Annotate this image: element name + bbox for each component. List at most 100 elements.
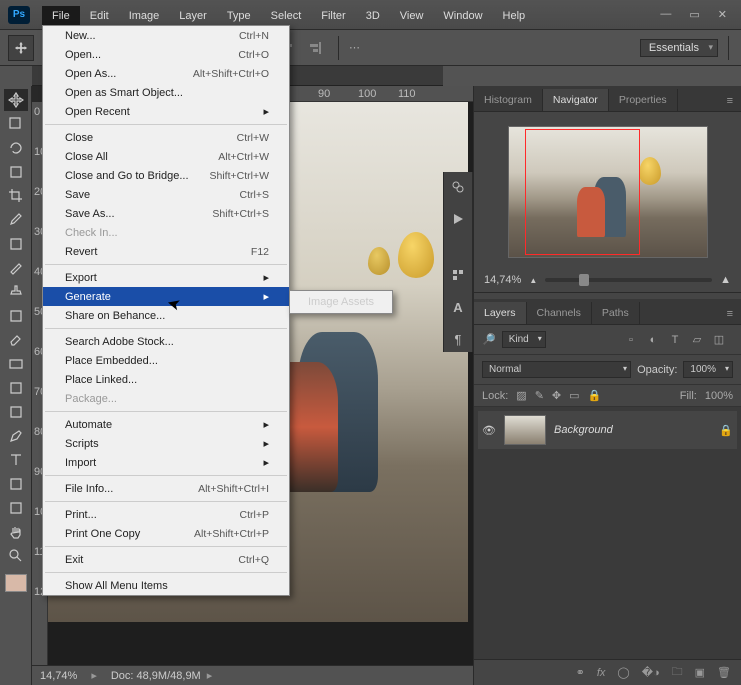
layer-filter-kind[interactable]: Kind	[502, 331, 546, 348]
paragraph-icon[interactable]: ¶	[449, 330, 467, 348]
filter-adjust-icon[interactable]: ◐	[645, 332, 661, 348]
navigator-viewport-box[interactable]	[525, 129, 640, 255]
delete-layer-icon[interactable]: 🗑	[717, 666, 731, 679]
lasso-tool[interactable]	[4, 137, 28, 159]
layer-fx-icon[interactable]: fx	[597, 667, 606, 679]
crop-tool[interactable]	[4, 185, 28, 207]
play-icon[interactable]	[449, 210, 467, 228]
zoom-out-icon[interactable]: ▲	[529, 276, 537, 285]
eyedropper-tool[interactable]	[4, 209, 28, 231]
link-layers-icon[interactable]: ⚭	[576, 666, 585, 679]
panel-menu-icon[interactable]: ≡	[719, 91, 741, 111]
move-tool[interactable]	[4, 89, 28, 111]
menu-type[interactable]: Type	[217, 6, 261, 26]
foreground-swatch[interactable]	[5, 574, 27, 592]
menu-file[interactable]: File	[42, 6, 80, 26]
new-layer-icon[interactable]: ▣	[695, 666, 705, 679]
layer-row[interactable]: 👁 Background 🔒	[478, 411, 737, 449]
tab-navigator[interactable]: Navigator	[543, 89, 609, 111]
menuitem-close[interactable]: CloseCtrl+W	[43, 128, 289, 147]
menuitem-save-as[interactable]: Save As...Shift+Ctrl+S	[43, 204, 289, 223]
blur-tool[interactable]	[4, 377, 28, 399]
menuitem-export[interactable]: Export▸	[43, 268, 289, 287]
menu-edit[interactable]: Edit	[80, 6, 119, 26]
quick-select-tool[interactable]	[4, 161, 28, 183]
hand-tool[interactable]	[4, 521, 28, 543]
menuitem-close-and-go-to-bridge[interactable]: Close and Go to Bridge...Shift+Ctrl+W	[43, 166, 289, 185]
lock-artboard-icon[interactable]: ▭	[569, 389, 579, 402]
menu-select[interactable]: Select	[261, 6, 312, 26]
tab-channels[interactable]: Channels	[527, 302, 592, 324]
lock-all-icon[interactable]: 🔒	[588, 389, 602, 402]
filter-shape-icon[interactable]: ▱	[689, 332, 705, 348]
menu-3d[interactable]: 3D	[356, 6, 390, 26]
layer-thumbnail[interactable]	[504, 415, 546, 445]
menuitem-open-as-smart-object[interactable]: Open as Smart Object...	[43, 83, 289, 102]
pen-tool[interactable]	[4, 425, 28, 447]
opacity-value[interactable]: 100%	[683, 361, 733, 378]
menuitem-close-all[interactable]: Close AllAlt+Ctrl+W	[43, 147, 289, 166]
menuitem-import[interactable]: Import▸	[43, 453, 289, 472]
menuitem-place-linked[interactable]: Place Linked...	[43, 370, 289, 389]
zoom-slider[interactable]	[545, 278, 712, 282]
adjustments-icon[interactable]	[449, 178, 467, 196]
marquee-tool[interactable]	[4, 113, 28, 135]
blend-mode-dropdown[interactable]: Normal	[482, 361, 631, 378]
stamp-tool[interactable]	[4, 281, 28, 303]
brushes-icon[interactable]	[449, 266, 467, 284]
menuitem-automate[interactable]: Automate▸	[43, 415, 289, 434]
workspace-dropdown[interactable]: Essentials	[640, 39, 718, 57]
menuitem-revert[interactable]: RevertF12	[43, 242, 289, 261]
lock-pixels-icon[interactable]: ▨	[516, 389, 526, 402]
menuitem-open-recent[interactable]: Open Recent▸	[43, 102, 289, 121]
align-right-icon[interactable]	[302, 35, 328, 61]
heal-tool[interactable]	[4, 233, 28, 255]
fill-value[interactable]: 100%	[705, 390, 733, 402]
history-brush-tool[interactable]	[4, 305, 28, 327]
tab-properties[interactable]: Properties	[609, 89, 678, 111]
filter-type-icon[interactable]: T	[667, 332, 683, 348]
lock-position-icon[interactable]: ✥	[552, 389, 561, 402]
menu-help[interactable]: Help	[493, 6, 536, 26]
menuitem-exit[interactable]: ExitCtrl+Q	[43, 550, 289, 569]
fill-adjust-icon[interactable]: �◑	[642, 666, 660, 679]
menuitem-open-as[interactable]: Open As...Alt+Shift+Ctrl+O	[43, 64, 289, 83]
tab-layers[interactable]: Layers	[474, 302, 527, 324]
rectangle-tool[interactable]	[4, 497, 28, 519]
menu-window[interactable]: Window	[433, 6, 492, 26]
brush-tool[interactable]	[4, 257, 28, 279]
menuitem-new[interactable]: New...Ctrl+N	[43, 26, 289, 45]
gradient-tool[interactable]	[4, 353, 28, 375]
menuitem-scripts[interactable]: Scripts▸	[43, 434, 289, 453]
menuitem-search-adobe-stock[interactable]: Search Adobe Stock...	[43, 332, 289, 351]
tab-histogram[interactable]: Histogram	[474, 89, 543, 111]
visibility-icon[interactable]: 👁	[482, 424, 496, 437]
menu-view[interactable]: View	[390, 6, 434, 26]
character-icon[interactable]: A	[449, 298, 467, 316]
menuitem-print[interactable]: Print...Ctrl+P	[43, 505, 289, 524]
dodge-tool[interactable]	[4, 401, 28, 423]
type-tool[interactable]	[4, 449, 28, 471]
menu-image[interactable]: Image	[119, 6, 170, 26]
menu-filter[interactable]: Filter	[311, 6, 355, 26]
layer-mask-icon[interactable]: ◯	[617, 666, 629, 679]
menuitem-file-info[interactable]: File Info...Alt+Shift+Ctrl+I	[43, 479, 289, 498]
lock-brush-icon[interactable]: ✎	[535, 389, 544, 402]
filter-pixel-icon[interactable]: ▫	[623, 332, 639, 348]
menuitem-open[interactable]: Open...Ctrl+O	[43, 45, 289, 64]
submenuitem-image-assets[interactable]: Image Assets	[290, 293, 392, 311]
group-icon[interactable]: 🗀	[672, 663, 683, 682]
menuitem-show-all-menu-items[interactable]: Show All Menu Items	[43, 576, 289, 595]
path-select-tool[interactable]	[4, 473, 28, 495]
more-icon[interactable]: ⋯	[349, 41, 361, 54]
tab-paths[interactable]: Paths	[592, 302, 640, 324]
navigator-zoom[interactable]: 14,74%	[484, 274, 521, 286]
zoom-tool[interactable]	[4, 545, 28, 567]
menuitem-print-one-copy[interactable]: Print One CopyAlt+Shift+Ctrl+P	[43, 524, 289, 543]
menuitem-place-embedded[interactable]: Place Embedded...	[43, 351, 289, 370]
panel-menu-icon[interactable]: ≡	[719, 304, 741, 324]
eraser-tool[interactable]	[4, 329, 28, 351]
menuitem-save[interactable]: SaveCtrl+S	[43, 185, 289, 204]
menu-layer[interactable]: Layer	[169, 6, 217, 26]
layer-name[interactable]: Background	[554, 424, 613, 436]
